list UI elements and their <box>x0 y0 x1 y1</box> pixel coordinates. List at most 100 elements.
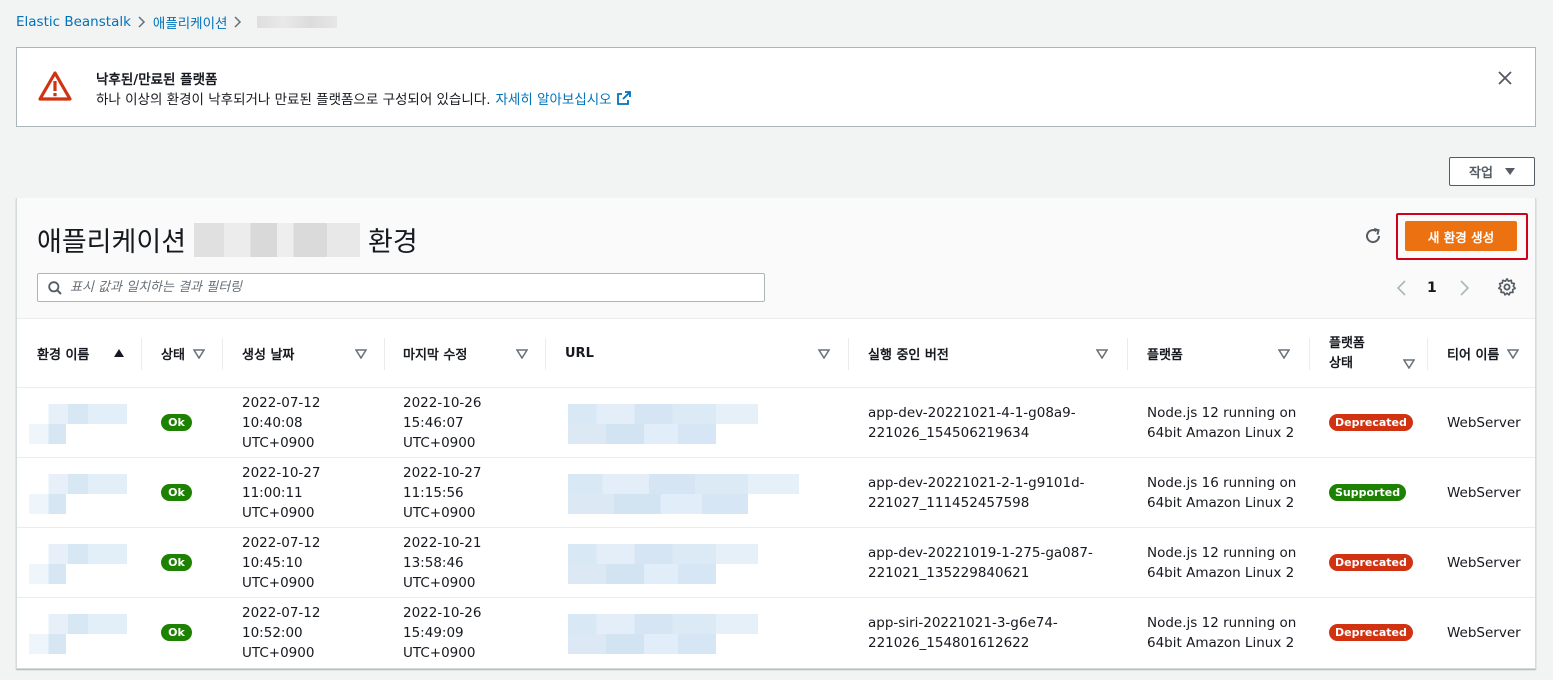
filter-box[interactable] <box>37 273 765 302</box>
platform: Node.js 12 running on 64bit Amazon Linux … <box>1147 615 1297 651</box>
modified-date: 2022-10-27 11:15:56 UTC+0900 <box>403 465 482 521</box>
url-redacted[interactable] <box>568 544 758 584</box>
refresh-icon[interactable] <box>1363 226 1383 246</box>
tier-name: WebServer <box>1447 625 1521 641</box>
title-prefix: 애플리케이션 <box>37 227 187 258</box>
application-name-redacted <box>194 222 361 257</box>
actions-dropdown-button[interactable]: 작업 <box>1449 157 1535 186</box>
table-row[interactable]: Ok 2022-07-12 10:52:00 UTC+0900 2022-10-26… <box>17 598 1535 668</box>
table-row[interactable]: Ok 2022-07-12 10:40:08 UTC+0900 2022-10-26… <box>17 388 1535 458</box>
chevron-right-icon[interactable] <box>1457 279 1471 297</box>
sort-icon[interactable] <box>1278 349 1290 359</box>
created-date: 2022-07-12 10:40:08 UTC+0900 <box>242 395 321 451</box>
tier-name: WebServer <box>1447 555 1521 571</box>
environment-name-redacted[interactable] <box>29 544 127 584</box>
tier-name: WebServer <box>1447 415 1521 431</box>
pagination: 1 <box>1395 276 1471 300</box>
column-header-label: 생성 날짜 <box>242 348 295 363</box>
column-header-tier[interactable]: 티어 이름 <box>1447 319 1532 388</box>
environment-name-redacted[interactable] <box>29 474 127 514</box>
chevron-right-icon <box>131 12 153 32</box>
table-row[interactable]: Ok 2022-07-12 10:45:10 UTC+0900 2022-10-21… <box>17 528 1535 598</box>
gear-icon[interactable] <box>1497 277 1517 297</box>
column-header-label: 환경 이름 <box>37 348 90 363</box>
page-title: 애플리케이션 환경 <box>37 220 418 259</box>
chevron-right-icon <box>227 12 249 32</box>
platform: Node.js 16 running on 64bit Amazon Linux … <box>1147 475 1297 511</box>
column-header-label: 상태 <box>1329 355 1353 371</box>
platform: Node.js 12 running on 64bit Amazon Linux … <box>1147 405 1297 441</box>
breadcrumb: Elastic Beanstalk 애플리케이션 <box>16 12 338 32</box>
column-header-label: 상태 <box>161 348 185 363</box>
status-badge: Ok <box>161 624 192 641</box>
sort-icon[interactable] <box>355 349 367 359</box>
column-header-platform[interactable]: 플랫폼 <box>1147 319 1292 388</box>
column-header-label: URL <box>565 346 594 361</box>
running-version: app-dev-20221021-4-1-g08a9- 221026_154506… <box>868 405 1076 441</box>
column-header-modified[interactable]: 마지막 수정 <box>403 319 538 388</box>
filter-input[interactable] <box>70 280 720 295</box>
modified-date: 2022-10-21 13:58:46 UTC+0900 <box>403 535 482 591</box>
environment-name-redacted[interactable] <box>29 614 127 654</box>
learn-more-link[interactable]: 자세히 알아보십시오 <box>496 88 612 108</box>
search-icon <box>48 280 62 295</box>
actions-label: 작업 <box>1469 166 1493 181</box>
created-date: 2022-07-12 10:52:00 UTC+0900 <box>242 605 321 661</box>
platform-status-badge: Supported <box>1329 484 1407 501</box>
status-badge: Ok <box>161 484 192 501</box>
created-date: 2022-07-12 10:45:10 UTC+0900 <box>242 535 321 591</box>
url-redacted[interactable] <box>568 474 799 514</box>
platform: Node.js 12 running on 64bit Amazon Linux … <box>1147 545 1297 581</box>
chevron-left-icon[interactable] <box>1395 279 1409 297</box>
url-redacted[interactable] <box>568 404 758 444</box>
running-version: app-dev-20221019-1-275-ga087- 221021_1352… <box>868 545 1093 581</box>
platform-status-badge: Deprecated <box>1329 624 1413 641</box>
flash-message: 하나 이상의 환경이 낙후되거나 만료된 플랫폼으로 구성되어 있습니다. <box>96 92 491 108</box>
column-header-running-version[interactable]: 실행 중인 버전 <box>868 319 1113 388</box>
table-row[interactable]: Ok 2022-10-27 11:00:11 UTC+0900 2022-10-27… <box>17 458 1535 528</box>
sort-icon[interactable] <box>1403 359 1415 369</box>
column-header-status[interactable]: 상태 <box>161 319 221 388</box>
sort-icon[interactable] <box>1096 349 1108 359</box>
caret-down-icon <box>1504 167 1515 175</box>
column-header-label: 티어 이름 <box>1447 348 1500 363</box>
environments-table: 환경 이름 상태 생성 날짜 마지막 수정 URL 실행 중인 버전 플랫폼 플… <box>17 319 1535 668</box>
sort-icon[interactable] <box>818 349 830 359</box>
status-badge: Ok <box>161 414 192 431</box>
create-environment-button[interactable]: 새 환경 생성 <box>1405 221 1517 251</box>
column-header-label: 플랫폼 <box>1147 348 1183 363</box>
flash-title: 낙후된/만료된 플랫폼 <box>96 72 218 88</box>
title-suffix: 환경 <box>368 227 418 258</box>
column-header-url[interactable]: URL <box>565 319 835 388</box>
flash-message-row: 하나 이상의 환경이 낙후되거나 만료된 플랫폼으로 구성되어 있습니다. 자세… <box>96 88 631 108</box>
platform-status-badge: Deprecated <box>1329 554 1413 571</box>
modified-date: 2022-10-26 15:49:09 UTC+0900 <box>403 605 482 661</box>
table-header: 환경 이름 상태 생성 날짜 마지막 수정 URL 실행 중인 버전 플랫폼 플… <box>17 319 1535 388</box>
url-redacted[interactable] <box>568 614 758 654</box>
breadcrumb-current-redacted <box>257 16 338 28</box>
column-header-label: 실행 중인 버전 <box>868 348 949 363</box>
tier-name: WebServer <box>1447 485 1521 501</box>
column-header-label: 마지막 수정 <box>403 348 468 363</box>
sort-icon[interactable] <box>516 349 528 359</box>
created-date: 2022-10-27 11:00:11 UTC+0900 <box>242 465 321 521</box>
environments-panel: 애플리케이션 환경 새 환경 생성 1 환경 이름 <box>16 198 1536 669</box>
sort-icon[interactable] <box>1507 349 1519 359</box>
status-badge: Ok <box>161 554 192 571</box>
page-number[interactable]: 1 <box>1427 280 1437 296</box>
running-version: app-siri-20221021-3-g6e74- 221026_1548016… <box>868 615 1058 651</box>
breadcrumb-elastic-beanstalk[interactable]: Elastic Beanstalk <box>16 14 131 30</box>
warning-icon <box>38 71 72 101</box>
platform-status-badge: Deprecated <box>1329 414 1413 431</box>
breadcrumb-applications[interactable]: 애플리케이션 <box>153 12 228 32</box>
modified-date: 2022-10-26 15:46:07 UTC+0900 <box>403 395 482 451</box>
column-header-name[interactable]: 환경 이름 <box>37 319 145 388</box>
close-icon[interactable] <box>1497 70 1513 86</box>
column-header-created[interactable]: 생성 날짜 <box>242 319 377 388</box>
sort-icon[interactable] <box>193 349 205 359</box>
sort-ascending-icon[interactable] <box>113 348 125 358</box>
deprecated-platform-flash: 낙후된/만료된 플랫폼 하나 이상의 환경이 낙후되거나 만료된 플랫폼으로 구… <box>16 47 1536 127</box>
column-header-platform-status[interactable]: 플랫폼 상태 <box>1329 319 1429 388</box>
external-link-icon[interactable] <box>616 91 631 105</box>
environment-name-redacted[interactable] <box>29 404 127 444</box>
